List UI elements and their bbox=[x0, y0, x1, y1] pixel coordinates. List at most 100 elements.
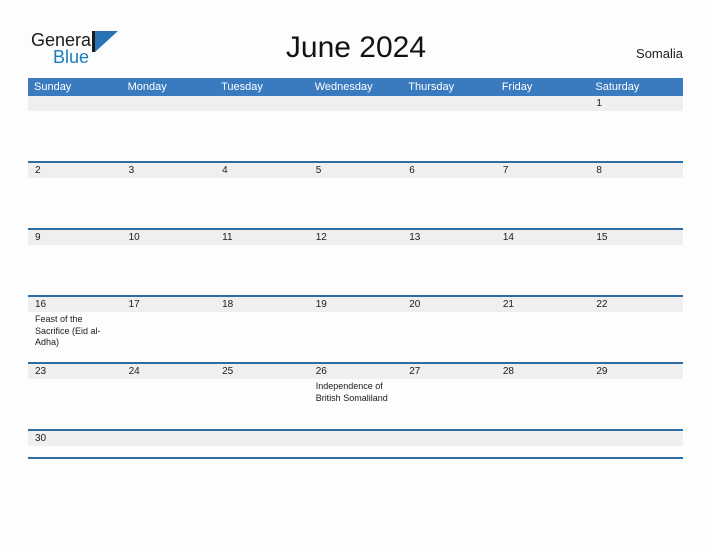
day-number bbox=[316, 431, 398, 446]
calendar-week-row: 1 bbox=[28, 96, 683, 163]
weekday-header-saturday: Saturday bbox=[595, 81, 640, 93]
day-cell[interactable]: 15 bbox=[589, 230, 683, 295]
day-number: 25 bbox=[222, 366, 234, 377]
day-number bbox=[316, 96, 398, 111]
day-cell[interactable]: 1 bbox=[589, 96, 683, 161]
country-label: Somalia bbox=[636, 46, 683, 61]
day-cell[interactable]: 8 bbox=[589, 163, 683, 228]
day-number: 3 bbox=[128, 165, 135, 176]
day-cell[interactable] bbox=[496, 431, 590, 457]
day-number: 24 bbox=[128, 366, 140, 377]
day-event: Feast of the Sacrifice (Eid al-Adha) bbox=[35, 314, 101, 347]
day-number: 16 bbox=[35, 299, 47, 310]
day-number: 6 bbox=[409, 165, 415, 176]
day-number: 5 bbox=[315, 165, 322, 176]
weekday-header-tuesday: Tuesday bbox=[221, 81, 263, 93]
day-cell[interactable] bbox=[28, 96, 122, 161]
day-number: 23 bbox=[35, 366, 47, 377]
day-cell[interactable]: 29 bbox=[589, 364, 683, 429]
day-number: 20 bbox=[409, 299, 421, 310]
day-cell[interactable]: 3 bbox=[122, 163, 216, 228]
day-cell[interactable] bbox=[122, 96, 216, 161]
day-number: 13 bbox=[409, 232, 421, 243]
day-number: 1 bbox=[596, 98, 602, 109]
day-number: 27 bbox=[409, 366, 421, 377]
day-cell[interactable]: 2 bbox=[28, 163, 122, 228]
day-cell[interactable]: 23 bbox=[28, 364, 122, 429]
day-number: 9 bbox=[35, 232, 41, 243]
day-cell[interactable]: 13 bbox=[402, 230, 496, 295]
day-cell[interactable]: 6 bbox=[402, 163, 496, 228]
day-cell[interactable] bbox=[122, 431, 216, 457]
day-cell[interactable]: 17 bbox=[122, 297, 216, 362]
day-cell[interactable] bbox=[215, 96, 309, 161]
day-cell[interactable]: 20 bbox=[402, 297, 496, 362]
day-cell[interactable]: 12 bbox=[309, 230, 403, 295]
day-number: 15 bbox=[596, 232, 608, 243]
weekday-header-wednesday: Wednesday bbox=[314, 81, 373, 93]
day-number: 29 bbox=[596, 366, 608, 377]
day-cell[interactable]: 27 bbox=[402, 364, 496, 429]
day-cell[interactable]: 7 bbox=[496, 163, 590, 228]
day-number bbox=[503, 96, 585, 111]
day-number bbox=[35, 96, 117, 111]
day-cell[interactable]: 25 bbox=[215, 364, 309, 429]
calendar-week-row: 9 10 11 12 13 14 15 bbox=[28, 230, 683, 297]
day-cell[interactable]: 24 bbox=[122, 364, 216, 429]
day-number bbox=[596, 431, 678, 446]
day-cell[interactable]: 22 bbox=[589, 297, 683, 362]
calendar-week-row: 23 24 25 26 Independence of British Somal… bbox=[28, 364, 683, 431]
calendar-week-row: 30 bbox=[28, 431, 683, 459]
calendar-week-row: 16 Feast of the Sacrifice (Eid al-Adha) 1… bbox=[28, 297, 683, 364]
day-cell[interactable]: 28 bbox=[496, 364, 590, 429]
day-cell[interactable]: 9 bbox=[28, 230, 122, 295]
day-number: 7 bbox=[502, 165, 509, 176]
weekday-header-monday: Monday bbox=[127, 81, 167, 93]
day-cell[interactable]: 16 Feast of the Sacrifice (Eid al-Adha) bbox=[28, 297, 122, 362]
day-cell[interactable] bbox=[402, 431, 496, 457]
weekday-header-row: Sunday Monday Tuesday Wednesday Thursday… bbox=[28, 78, 683, 96]
day-number: 14 bbox=[502, 232, 514, 243]
day-number: 8 bbox=[596, 165, 602, 176]
page-title: June 2024 bbox=[285, 31, 427, 64]
weekday-header-thursday: Thursday bbox=[408, 81, 455, 93]
day-cell[interactable] bbox=[402, 96, 496, 161]
weekday-header-friday: Friday bbox=[501, 81, 533, 93]
day-cell[interactable]: 5 bbox=[309, 163, 403, 228]
day-number bbox=[409, 96, 491, 111]
day-cell[interactable] bbox=[496, 96, 590, 161]
day-cell[interactable]: 10 bbox=[122, 230, 216, 295]
day-number: 17 bbox=[128, 299, 140, 310]
calendar-week-row: 2 3 4 5 6 7 8 bbox=[28, 163, 683, 230]
day-number bbox=[129, 96, 211, 111]
day-cell[interactable]: 19 bbox=[309, 297, 403, 362]
day-cell[interactable] bbox=[215, 431, 309, 457]
day-number: 2 bbox=[35, 165, 41, 176]
page-header: General Blue June 2024 Somalia bbox=[0, 0, 712, 76]
day-cell[interactable]: 14 bbox=[496, 230, 590, 295]
day-event: Independence of British Somaliland bbox=[315, 381, 388, 403]
day-cell[interactable]: 26 Independence of British Somaliland bbox=[309, 364, 403, 429]
day-number bbox=[222, 96, 304, 111]
day-number bbox=[409, 431, 491, 446]
day-cell[interactable]: 18 bbox=[215, 297, 309, 362]
day-cell[interactable] bbox=[589, 431, 683, 457]
day-cell[interactable]: 11 bbox=[215, 230, 309, 295]
day-number: 4 bbox=[222, 165, 228, 176]
day-number: 28 bbox=[502, 366, 514, 377]
day-cell[interactable]: 21 bbox=[496, 297, 590, 362]
day-number: 18 bbox=[222, 299, 234, 310]
day-number: 22 bbox=[596, 299, 608, 310]
calendar-page: General Blue June 2024 Somalia Sunday Mo… bbox=[0, 0, 712, 550]
day-cell[interactable] bbox=[309, 96, 403, 161]
day-cell[interactable]: 4 bbox=[215, 163, 309, 228]
day-cell[interactable]: 30 bbox=[28, 431, 122, 457]
day-cell[interactable] bbox=[309, 431, 403, 457]
day-number bbox=[129, 431, 211, 446]
calendar-grid: Sunday Monday Tuesday Wednesday Thursday… bbox=[28, 78, 683, 459]
day-number: 10 bbox=[128, 232, 140, 243]
day-number bbox=[222, 431, 304, 446]
day-number: 21 bbox=[502, 299, 514, 310]
day-number: 26 bbox=[315, 366, 327, 377]
day-number: 11 bbox=[222, 232, 233, 243]
